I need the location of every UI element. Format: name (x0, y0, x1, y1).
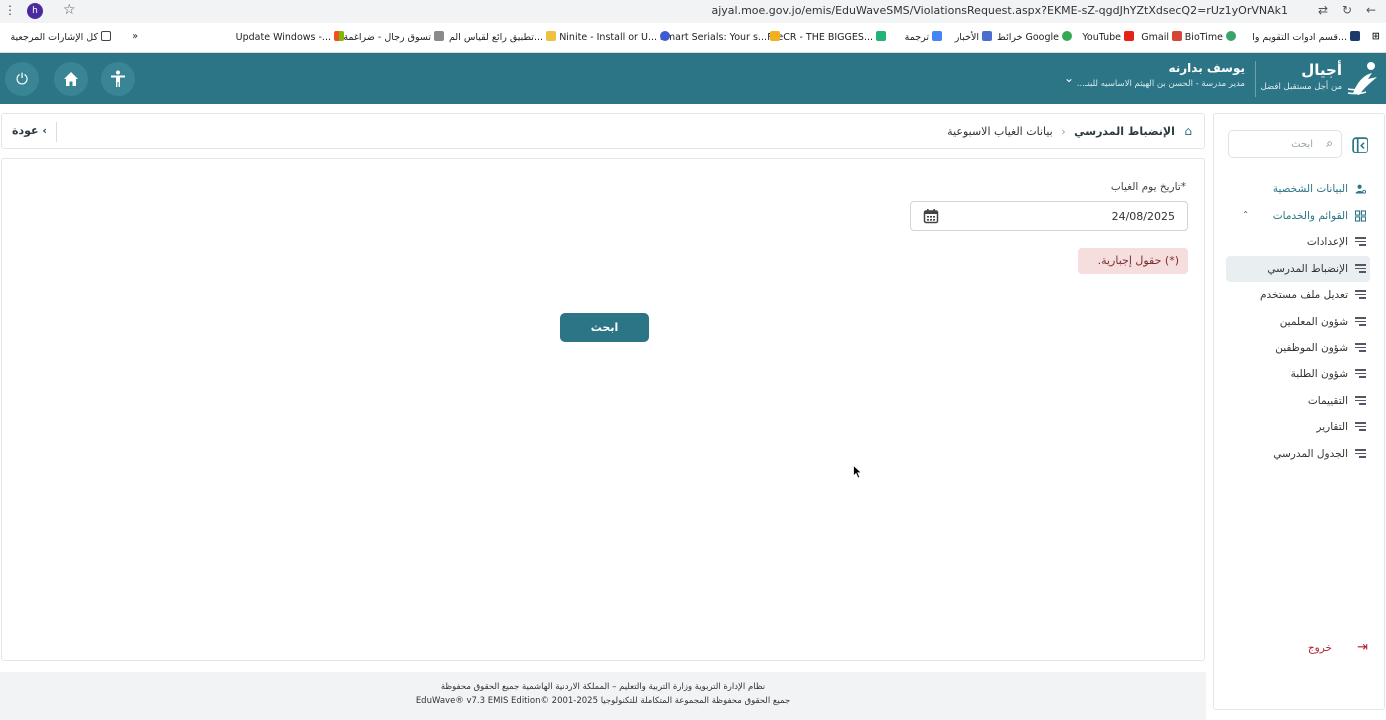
power-icon[interactable]: ⏻ (5, 62, 39, 96)
sidebar: ⌕ ابحث البيانات الشخصية القوائم والخدمات… (1213, 113, 1385, 710)
bookmark-item[interactable]: تطبيق رائع لقياس الم... (449, 31, 556, 43)
breadcrumb-bar: ⌂ الإنضباط المدرسي ‹ بيانات الغياب الاسب… (1, 113, 1205, 149)
bookmark-item[interactable]: YouTube (1082, 31, 1134, 43)
bookmark-item[interactable]: FileCR - THE BIGGES... (767, 31, 886, 43)
absence-date-value: 24/08/2025 (1111, 210, 1175, 223)
user-name: يوسف بدارنه (1168, 61, 1245, 75)
profile-avatar[interactable]: h (27, 3, 43, 19)
app-header: ⏻ ⌄ يوسف بدارنه مدير مدرسة - الحسن بن ال… (0, 53, 1386, 104)
user-info[interactable]: يوسف بدارنه مدير مدرسة - الحسن بن الهيثم… (1077, 61, 1245, 89)
bookmarks-overflow-icon[interactable]: » (132, 31, 138, 42)
back-arrow-icon[interactable]: ← (1366, 3, 1376, 17)
logout-button[interactable]: ⇥ خروج (1212, 638, 1384, 660)
lines-icon (1355, 422, 1366, 432)
required-fields-note: (*) حقول إجبارية. (1078, 248, 1188, 274)
sidebar-search-placeholder: ابحث (1291, 139, 1313, 150)
lines-icon (1355, 449, 1366, 459)
lines-icon (1355, 369, 1366, 379)
lines-icon (1355, 396, 1366, 406)
absence-date-input[interactable]: 24/08/2025 (910, 201, 1188, 231)
bookmark-item[interactable]: الأخبار (955, 31, 992, 43)
sidebar-item-reports[interactable]: التقارير (1212, 414, 1384, 440)
brand-logo: أجيال من أجل مستقبل افضل (1252, 59, 1382, 99)
bookmark-item[interactable]: Smart Serials: Your s... (660, 31, 780, 43)
brand-name: أجيال (1301, 61, 1342, 79)
logout-icon: ⇥ (1357, 640, 1368, 655)
absence-date-label: *تاريخ يوم الغياب (1110, 181, 1186, 193)
footer-copyright: نظام الإدارة التربوية وزارة التربية والت… (440, 682, 766, 692)
bookmark-item[interactable]: Update Windows -... (236, 31, 344, 43)
sidebar-item-school-discipline[interactable]: الإنضباط المدرسي (1226, 256, 1370, 282)
search-icon: ⌕ (1326, 136, 1333, 150)
user-menu-chevron-down-icon[interactable]: ⌄ (1064, 71, 1074, 85)
bookmark-item[interactable]: Gmail (1141, 31, 1182, 43)
sidebar-item-school-schedule[interactable]: الجدول المدرسي (1212, 441, 1384, 467)
sidebar-item-teachers-affairs[interactable]: شؤون المعلمين (1212, 309, 1384, 335)
footer: نظام الإدارة التربوية وزارة التربية والت… (0, 672, 1206, 720)
home-icon (64, 72, 78, 86)
sidebar-item-students-affairs[interactable]: شؤون الطلبة (1212, 361, 1384, 387)
breadcrumb: ⌂ الإنضباط المدرسي ‹ بيانات الغياب الاسب… (947, 124, 1192, 138)
sidebar-toggle-icon[interactable] (1352, 137, 1368, 153)
chevron-left-icon: ‹ (42, 124, 47, 137)
accessibility-icon[interactable] (101, 62, 135, 96)
search-button[interactable]: ابحث (560, 313, 649, 342)
url-field[interactable]: ajyal.moe.gov.jo/emis/EduWaveSMS/Violati… (711, 4, 1288, 17)
main-panel: *تاريخ يوم الغياب 24/08/2025 (*) حقول إج… (1, 158, 1205, 661)
sidebar-item-lists-services[interactable]: القوائم والخدمات ⌃ (1212, 203, 1384, 229)
bookmark-star-icon[interactable]: ☆ (63, 2, 76, 18)
lines-icon (1355, 290, 1366, 300)
sidebar-item-assessments[interactable]: التقييمات (1212, 388, 1384, 414)
site-settings-icon[interactable]: ⇄ (1318, 3, 1328, 17)
bookmark-item[interactable]: Ninite - Install or U... (559, 31, 670, 43)
lines-icon (1355, 343, 1366, 353)
breadcrumb-discipline[interactable]: الإنضباط المدرسي (1074, 125, 1175, 138)
lines-icon (1355, 237, 1366, 247)
sidebar-item-settings[interactable]: الإعدادات (1212, 229, 1384, 255)
bookmark-item[interactable]: قسم ادوات التقويم وا... (1252, 31, 1360, 43)
reload-icon[interactable]: ↻ (1342, 3, 1352, 17)
sidebar-item-edit-user-file[interactable]: تعديل ملف مستخدم (1212, 282, 1384, 308)
bookmarks-bar: ⊞ قسم ادوات التقويم وا... BioTime Gmail … (0, 23, 1386, 53)
sidebar-item-personal-data[interactable]: البيانات الشخصية (1212, 176, 1384, 202)
back-button[interactable]: عودة ‹ (12, 124, 47, 137)
breadcrumb-home-icon[interactable]: ⌂ (1184, 124, 1192, 138)
bookmark-item[interactable]: تسوق رجال - ضراغمة (343, 31, 444, 43)
chevron-up-icon[interactable]: ⌃ (1242, 210, 1249, 219)
sidebar-search-input[interactable]: ⌕ ابحث (1228, 130, 1342, 158)
sidebar-item-staff-affairs[interactable]: شؤون الموظفين (1212, 335, 1384, 361)
grid-icon (1355, 210, 1366, 222)
user-role: مدير مدرسة - الحسن بن الهيثم الاساسيه لل… (1076, 79, 1245, 89)
calendar-icon[interactable] (923, 208, 939, 224)
footer-version: EduWave® v7.3 EMIS Edition© 2001-2025 جم… (415, 696, 791, 706)
lines-icon (1355, 264, 1366, 274)
user-gear-icon (1355, 184, 1366, 194)
breadcrumb-separator-icon: ‹ (1061, 125, 1066, 138)
browser-address-bar: ⋮ h ☆ ajyal.moe.gov.jo/emis/EduWaveSMS/V… (0, 0, 1386, 23)
bookmark-item[interactable]: خرائط Google (997, 31, 1072, 43)
all-bookmarks-folder[interactable]: كل الإشارات المرجعية (10, 31, 111, 43)
browser-menu-icon[interactable]: ⋮ (4, 3, 16, 17)
brand-tagline: من أجل مستقبل افضل (1260, 82, 1342, 92)
breadcrumb-current: بيانات الغياب الاسبوعية (947, 125, 1053, 138)
bookmark-item[interactable]: ترجمة (905, 31, 942, 43)
ajyal-logo-icon (1347, 62, 1377, 95)
home-button[interactable] (54, 62, 88, 96)
back-divider (56, 122, 57, 142)
bookmark-item[interactable]: BioTime (1185, 31, 1236, 43)
apps-icon[interactable]: ⊞ (1372, 31, 1380, 42)
mouse-cursor-icon (853, 465, 863, 479)
lines-icon (1355, 317, 1366, 327)
